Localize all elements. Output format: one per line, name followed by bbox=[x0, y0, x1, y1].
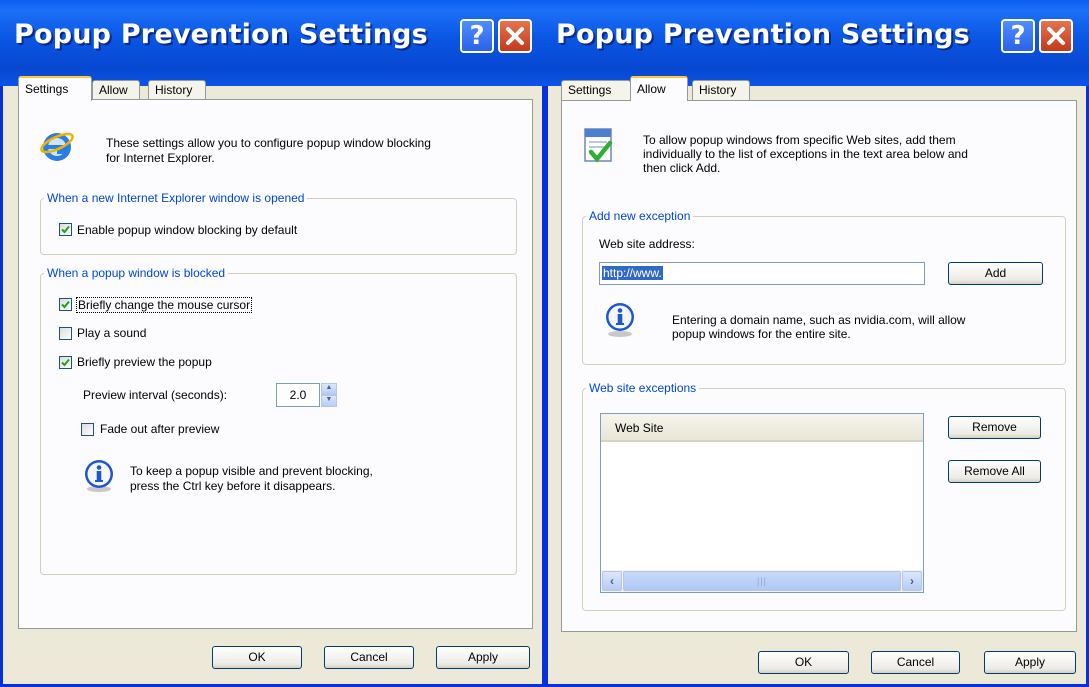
tab-history[interactable]: History bbox=[148, 80, 206, 100]
settings-tab-panel: These settings allow you to configure po… bbox=[18, 99, 533, 629]
popup-blocked-group-label: When a popup window is blocked bbox=[47, 266, 226, 280]
ok-button[interactable]: OK bbox=[758, 651, 849, 674]
popup-settings-dialog-allow-tab: Popup Prevention Settings ? Settings All… bbox=[545, 0, 1089, 687]
web-address-input[interactable]: http://www. bbox=[599, 262, 925, 285]
preview-popup-label[interactable]: Briefly preview the popup bbox=[77, 355, 212, 369]
tab-allow[interactable]: Allow bbox=[630, 76, 688, 101]
info-text-line-2: popup windows for the entire site. bbox=[672, 327, 851, 341]
web-address-value: http://www. bbox=[602, 266, 663, 280]
info-text-line-1: Entering a domain name, such as nvidia.c… bbox=[672, 313, 966, 327]
apply-button[interactable]: Apply bbox=[984, 651, 1076, 674]
horizontal-scrollbar[interactable]: ‹ ||| › bbox=[601, 570, 923, 592]
internet-explorer-icon bbox=[39, 128, 75, 164]
add-exception-group: Add new exception bbox=[582, 209, 1066, 365]
remove-button[interactable]: Remove bbox=[948, 416, 1041, 439]
enable-blocking-label[interactable]: Enable popup window blocking by default bbox=[77, 223, 297, 237]
tab-allow[interactable]: Allow bbox=[92, 80, 140, 100]
fade-out-checkbox[interactable] bbox=[81, 423, 94, 436]
play-sound-checkbox[interactable] bbox=[59, 327, 72, 340]
new-window-group-label: When a new Internet Explorer window is o… bbox=[47, 191, 305, 205]
apply-button[interactable]: Apply bbox=[436, 646, 530, 669]
info-icon bbox=[82, 459, 116, 493]
add-exception-group-label: Add new exception bbox=[589, 209, 691, 223]
popup-settings-dialog-settings-tab: Popup Prevention Settings ? Settings All… bbox=[0, 0, 545, 687]
change-cursor-label[interactable]: Briefly change the mouse cursor bbox=[76, 297, 253, 313]
exceptions-list[interactable]: Web Site ‹ ||| › bbox=[600, 413, 924, 593]
enable-blocking-checkbox[interactable] bbox=[59, 223, 72, 236]
description-line-3: then click Add. bbox=[643, 161, 721, 175]
spin-up-icon[interactable]: ▲ bbox=[321, 383, 337, 395]
scroll-thumb[interactable]: ||| bbox=[623, 571, 901, 591]
allow-tab-panel: To allow popup windows from specific Web… bbox=[561, 100, 1077, 632]
web-site-column-header[interactable]: Web Site bbox=[601, 414, 923, 442]
info-text-line-1: To keep a popup visible and prevent bloc… bbox=[130, 464, 373, 478]
description-line-1: To allow popup windows from specific Web… bbox=[643, 133, 956, 147]
close-icon[interactable] bbox=[498, 19, 532, 53]
scroll-right-icon[interactable]: › bbox=[902, 571, 922, 591]
cancel-button[interactable]: Cancel bbox=[324, 646, 414, 669]
tab-settings[interactable]: Settings bbox=[561, 80, 631, 100]
spin-down-icon[interactable]: ▼ bbox=[321, 395, 337, 407]
fade-out-label[interactable]: Fade out after preview bbox=[100, 422, 219, 436]
info-text-line-2: press the Ctrl key before it disappears. bbox=[130, 479, 336, 493]
help-icon[interactable]: ? bbox=[460, 19, 494, 53]
help-icon[interactable]: ? bbox=[1001, 19, 1035, 53]
scroll-left-icon[interactable]: ‹ bbox=[602, 571, 622, 591]
tab-history[interactable]: History bbox=[692, 80, 750, 100]
allow-list-icon bbox=[582, 127, 616, 167]
preview-popup-checkbox[interactable] bbox=[59, 356, 72, 369]
info-icon bbox=[603, 301, 637, 339]
description-line-2: individually to the list of exceptions i… bbox=[643, 147, 968, 161]
description-line-2: for Internet Explorer. bbox=[106, 151, 215, 165]
ok-button[interactable]: OK bbox=[212, 646, 302, 669]
preview-interval-input[interactable]: 2.0 bbox=[276, 383, 320, 407]
change-cursor-checkbox[interactable] bbox=[59, 298, 72, 311]
play-sound-label[interactable]: Play a sound bbox=[77, 326, 146, 340]
remove-all-button[interactable]: Remove All bbox=[948, 460, 1041, 483]
close-icon[interactable] bbox=[1039, 19, 1073, 53]
add-button[interactable]: Add bbox=[948, 262, 1043, 285]
description-line-1: These settings allow you to configure po… bbox=[106, 136, 431, 150]
title-bar: Popup Prevention Settings ? bbox=[0, 0, 545, 86]
web-address-label: Web site address: bbox=[599, 237, 695, 251]
dialog-title: Popup Prevention Settings bbox=[556, 19, 970, 50]
cancel-button[interactable]: Cancel bbox=[871, 651, 960, 674]
site-exceptions-group-label: Web site exceptions bbox=[589, 381, 697, 395]
tab-settings[interactable]: Settings bbox=[18, 76, 92, 101]
dialog-title: Popup Prevention Settings bbox=[14, 19, 428, 50]
title-bar: Popup Prevention Settings ? bbox=[545, 0, 1089, 86]
preview-interval-label: Preview interval (seconds): bbox=[83, 388, 228, 402]
